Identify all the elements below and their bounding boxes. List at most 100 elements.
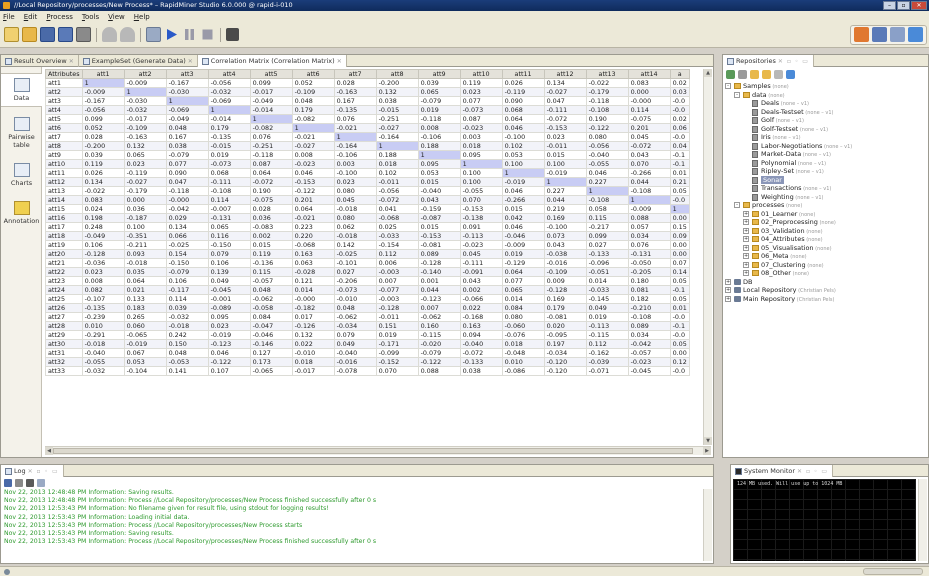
dropdown-icon[interactable] xyxy=(226,28,239,41)
minimize-button[interactable]: – xyxy=(883,1,896,10)
annotation-button[interactable]: Annotation xyxy=(1,197,42,231)
tree-node[interactable]: - data (none) xyxy=(725,91,924,100)
tree-node[interactable]: - Samples (none) xyxy=(725,82,924,91)
tree-node[interactable]: Golf-Testset (none – v1) xyxy=(725,125,924,134)
column-header[interactable]: att3 xyxy=(165,69,209,79)
panel-controls-icon[interactable]: ✕ ▫ ◦ ▭ xyxy=(797,466,828,477)
expand-icon[interactable]: + xyxy=(743,261,749,268)
tree-node[interactable]: +04_Attributes (none) xyxy=(725,235,924,244)
tree-node[interactable]: +06_Meta (none) xyxy=(725,252,924,261)
column-header[interactable]: att14 xyxy=(627,69,671,79)
expand-icon[interactable]: + xyxy=(743,210,749,217)
print-icon[interactable] xyxy=(76,27,91,42)
run-previous-icon[interactable] xyxy=(146,27,161,42)
tree-node[interactable]: Iris (none – v1) xyxy=(725,133,924,142)
column-header[interactable]: att9 xyxy=(417,69,461,79)
column-header[interactable]: att4 xyxy=(207,69,251,79)
close-tab-icon[interactable]: ✕ xyxy=(69,56,74,67)
new-process-icon[interactable] xyxy=(4,27,19,42)
tree-node[interactable]: +07_Clustering (none) xyxy=(725,261,924,270)
tree-node[interactable]: Labor-Negotiations (none – v1) xyxy=(725,142,924,151)
scroll-left-icon[interactable]: ◀ xyxy=(45,447,53,455)
expand-icon[interactable]: + xyxy=(743,227,749,234)
grid-vertical-scrollbar[interactable]: ▲ ▼ xyxy=(703,69,712,445)
tree-node[interactable]: Weighting (none – v1) xyxy=(725,193,924,202)
tree-node[interactable]: - processes (none) xyxy=(725,201,924,210)
column-header[interactable]: att2 xyxy=(123,69,167,79)
close-tab-icon[interactable]: ✕ xyxy=(188,56,193,67)
panel-controls-icon[interactable]: ✕ ▫ ◦ ▭ xyxy=(778,56,809,67)
scroll-thumb[interactable] xyxy=(53,448,693,454)
expand-icon[interactable]: + xyxy=(743,236,749,242)
tree-node[interactable]: +02_Preprocessing (none) xyxy=(725,218,924,227)
save-log-icon[interactable] xyxy=(4,479,12,487)
system-monitor-scrollbar[interactable] xyxy=(918,479,927,561)
expand-icon[interactable]: + xyxy=(725,295,731,302)
open-in-browser-icon[interactable] xyxy=(750,70,759,79)
menu-help[interactable]: Help xyxy=(134,11,150,23)
tree-node[interactable]: Deals-Testset (none – v1) xyxy=(725,108,924,117)
column-header[interactable]: a xyxy=(669,69,690,79)
tree-node[interactable]: +01_Learner (none) xyxy=(725,210,924,219)
tab-result-overview[interactable]: Result Overview ✕ xyxy=(1,55,79,67)
column-header[interactable]: att11 xyxy=(501,69,545,79)
redo-icon[interactable] xyxy=(120,27,135,42)
tab-log[interactable]: Log ✕ ▫ ◦ ▭ xyxy=(1,465,64,477)
stop-icon[interactable] xyxy=(200,27,215,42)
tree-node[interactable]: Sonar xyxy=(725,175,924,185)
expand-icon[interactable]: + xyxy=(743,244,749,251)
log-scrollbar[interactable] xyxy=(703,489,712,561)
column-header[interactable]: att1 xyxy=(81,69,125,79)
tree-node[interactable]: Transactions (none – v1) xyxy=(725,184,924,193)
refresh-icon[interactable] xyxy=(762,70,771,79)
column-header[interactable]: att10 xyxy=(459,69,503,79)
grid-horizontal-scrollbar[interactable]: ◀ ▶ xyxy=(45,446,711,455)
search-log-icon[interactable] xyxy=(26,479,34,487)
charts-button[interactable]: Charts xyxy=(1,159,42,193)
collapse-icon[interactable]: - xyxy=(725,83,731,89)
column-header[interactable]: att13 xyxy=(585,69,629,79)
menu-tools[interactable]: Tools xyxy=(82,11,99,23)
tab-example-set[interactable]: ExampleSet (Generate Data) ✕ xyxy=(79,55,198,67)
tree-node[interactable]: +05_Visualisation (none) xyxy=(725,244,924,253)
tree-node[interactable]: Ripley-Set (none – v1) xyxy=(725,167,924,176)
open-icon[interactable] xyxy=(22,27,37,42)
tree-node[interactable]: + DB xyxy=(725,278,924,287)
panel-controls-icon[interactable]: ✕ ▫ ◦ ▭ xyxy=(28,466,59,477)
collapse-icon[interactable]: - xyxy=(734,91,740,98)
design-perspective-icon[interactable] xyxy=(854,27,869,42)
expand-icon[interactable]: + xyxy=(725,278,731,285)
pairwise-table-button[interactable]: Pairwise table xyxy=(1,113,42,149)
menu-process[interactable]: Process xyxy=(46,11,73,23)
scroll-down-icon[interactable]: ▼ xyxy=(704,437,712,445)
menu-view[interactable]: View xyxy=(108,11,125,23)
log-level-icon[interactable] xyxy=(37,479,45,487)
tree-node[interactable]: +03_Validation (none) xyxy=(725,227,924,236)
expand-icon[interactable]: + xyxy=(743,270,749,276)
tree-node[interactable]: +08_Other (none) xyxy=(725,269,924,278)
column-header[interactable]: att8 xyxy=(375,69,419,79)
close-button[interactable]: ✕ xyxy=(911,1,927,10)
tree-node[interactable]: Golf (none – v1) xyxy=(725,116,924,125)
tree-node[interactable]: Market-Data (none – v1) xyxy=(725,150,924,159)
column-header[interactable]: att7 xyxy=(333,69,377,79)
column-header[interactable]: att6 xyxy=(291,69,335,79)
settings-icon[interactable] xyxy=(774,70,783,79)
column-header[interactable]: att12 xyxy=(543,69,587,79)
tree-node[interactable]: + Main Repository (Christian Pels) xyxy=(725,295,924,304)
navigate-icon[interactable] xyxy=(786,70,795,79)
wizard-perspective-icon[interactable] xyxy=(890,27,905,42)
pause-icon[interactable] xyxy=(182,27,197,42)
column-header-attributes[interactable]: Attributes xyxy=(45,69,83,79)
tab-correlation-matrix[interactable]: Correlation Matrix (Correlation Matrix) … xyxy=(197,55,347,67)
clear-log-icon[interactable] xyxy=(15,479,23,487)
menu-edit[interactable]: Edit xyxy=(24,11,38,23)
close-tab-icon[interactable]: ✕ xyxy=(337,56,342,67)
tab-repositories[interactable]: Repositories ✕ ▫ ◦ ▭ xyxy=(723,55,814,67)
tree-node[interactable]: + Local Repository (Christian Pels) xyxy=(725,286,924,295)
maximize-button[interactable]: ▫ xyxy=(897,1,910,10)
result-perspective-icon[interactable] xyxy=(872,27,887,42)
undo-icon[interactable] xyxy=(102,27,117,42)
save-icon[interactable] xyxy=(40,27,55,42)
tab-system-monitor[interactable]: System Monitor ✕ ▫ ◦ ▭ xyxy=(731,465,834,477)
